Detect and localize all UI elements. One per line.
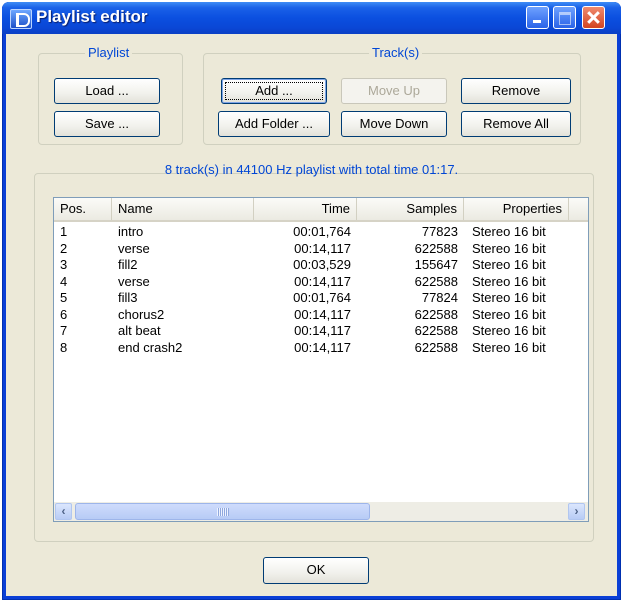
remove-button[interactable]: Remove — [461, 78, 571, 104]
track-name: chorus2 — [118, 306, 165, 322]
table-row[interactable]: 3 fill2 00:03,529 155647 Stereo 16 bit — [54, 257, 574, 273]
track-samples: 622588 — [414, 306, 458, 322]
app-icon[interactable] — [10, 9, 32, 29]
track-time: 00:14,117 — [294, 306, 351, 322]
track-samples: 622588 — [414, 273, 458, 289]
track-pos: 3 — [60, 257, 68, 272]
track-samples: 622588 — [414, 339, 458, 355]
playlist-status: 8 track(s) in 44100 Hz playlist with tot… — [164, 162, 459, 177]
table-row[interactable]: 6 chorus2 00:14,117 622588 Stereo 16 bit — [54, 307, 574, 323]
track-pos: 4 — [60, 273, 68, 289]
track-time: 00:01,764 — [293, 224, 351, 239]
load-button[interactable]: Load ... — [54, 78, 160, 104]
move-down-button[interactable]: Move Down — [341, 111, 447, 137]
dialog-client: Playlist Load ... Save ... Track(s) Add … — [6, 34, 617, 596]
track-properties: Stereo 16 bit — [472, 273, 546, 289]
table-row[interactable]: 7 alt beat 00:14,117 622588 Stereo 16 bit — [54, 323, 574, 339]
save-button[interactable]: Save ... — [54, 111, 160, 137]
track-properties: Stereo 16 bit — [472, 339, 546, 355]
track-time: 00:03,529 — [293, 257, 351, 272]
column-time[interactable]: Time — [254, 198, 357, 220]
track-properties: Stereo 16 bit — [472, 224, 546, 239]
table-row[interactable]: 5 fill3 00:01,764 77824 Stereo 16 bit — [54, 290, 574, 306]
track-name: fill2 — [118, 257, 138, 272]
track-name: fill3 — [118, 290, 138, 305]
track-samples: 155647 — [414, 257, 458, 272]
track-time: 00:01,764 — [293, 290, 351, 305]
track-samples: 77823 — [421, 224, 458, 239]
track-properties: Stereo 16 bit — [472, 257, 546, 272]
scroll-left-icon[interactable]: ‹ — [55, 503, 72, 520]
column-samples[interactable]: Samples — [357, 198, 464, 220]
table-row[interactable]: 2 verse 00:14,117 622588 Stereo 16 bit — [54, 241, 574, 257]
window-title: Playlist editor — [36, 7, 148, 26]
track-samples: 622588 — [414, 323, 458, 338]
track-pos: 2 — [60, 240, 68, 256]
track-name: intro — [118, 224, 144, 239]
track-time: 00:14,117 — [294, 240, 351, 256]
close-button[interactable] — [582, 6, 605, 29]
track-name: end crash2 — [118, 339, 183, 355]
add-folder-button[interactable]: Add Folder ... — [218, 111, 330, 137]
track-pos: 8 — [60, 339, 68, 355]
remove-all-button[interactable]: Remove All — [461, 111, 571, 137]
track-pos: 7 — [60, 323, 68, 338]
track-properties: Stereo 16 bit — [472, 240, 546, 256]
column-name[interactable]: Name — [112, 198, 254, 220]
track-properties: Stereo 16 bit — [472, 306, 546, 322]
maximize-button — [553, 6, 576, 29]
column-properties[interactable]: Properties — [464, 198, 569, 220]
table-row[interactable]: 4 verse 00:14,117 622588 Stereo 16 bit — [54, 274, 574, 290]
track-samples: 622588 — [414, 240, 458, 256]
track-pos: 5 — [60, 290, 68, 305]
track-pos: 1 — [60, 224, 68, 239]
scroll-right-icon[interactable]: › — [568, 503, 585, 520]
playlist-editor-window: Playlist editor Playlist Load ... Save .… — [2, 2, 621, 600]
track-time: 00:14,117 — [294, 323, 351, 338]
track-properties: Stereo 16 bit — [472, 323, 546, 338]
track-name: verse — [118, 240, 150, 256]
scroll-thumb[interactable] — [75, 503, 370, 520]
track-time: 00:14,117 — [294, 273, 351, 289]
title-bar[interactable]: Playlist editor — [2, 2, 621, 34]
add-button[interactable]: Add ... — [221, 78, 327, 104]
track-properties: Stereo 16 bit — [472, 290, 546, 305]
horizontal-scrollbar[interactable]: ‹ › — [54, 502, 588, 521]
tracks-group-label: Track(s) — [369, 45, 423, 60]
track-time: 00:14,117 — [294, 339, 351, 355]
track-pos: 6 — [60, 306, 68, 322]
move-up-button: Move Up — [341, 78, 447, 104]
track-name: verse — [118, 273, 150, 289]
track-list[interactable]: Pos. Name Time Samples Properties 1 intro… — [53, 197, 589, 522]
ok-button[interactable]: OK — [263, 557, 369, 584]
table-row[interactable]: 8 end crash2 00:14,117 622588 Stereo 16 bit — [54, 340, 574, 356]
column-pos[interactable]: Pos. — [54, 198, 112, 220]
playlist-group-label: Playlist — [85, 45, 133, 60]
table-row[interactable]: 1 intro 00:01,764 77823 Stereo 16 bit — [54, 224, 574, 240]
track-name: alt beat — [118, 323, 161, 338]
minimize-button[interactable] — [526, 6, 549, 29]
track-list-header: Pos. Name Time Samples Properties — [54, 198, 588, 222]
track-samples: 77824 — [421, 290, 458, 305]
